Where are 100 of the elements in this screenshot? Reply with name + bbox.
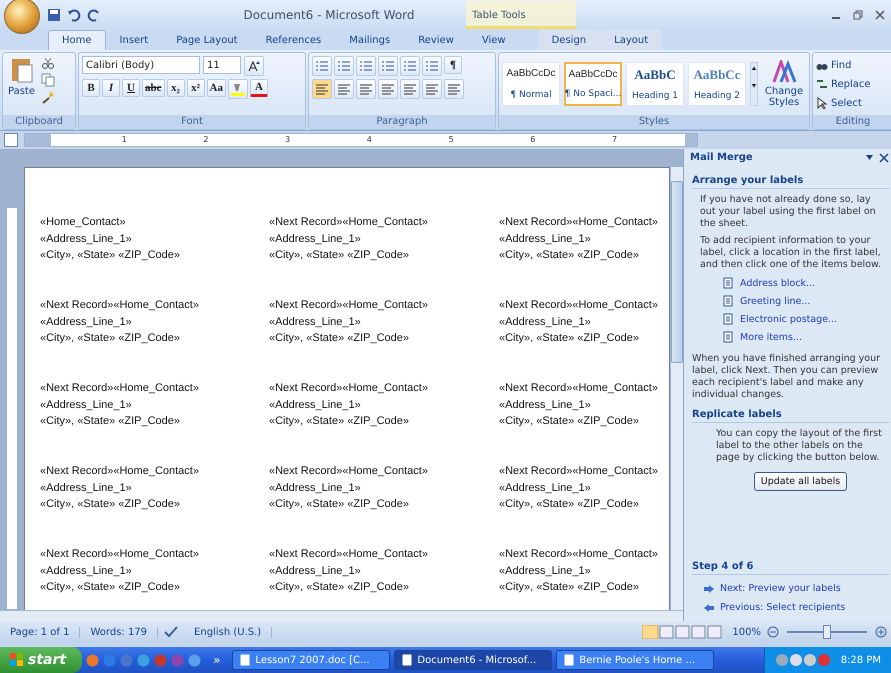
multilevel-icon[interactable]	[356, 56, 376, 76]
format-button[interactable]: abc	[142, 79, 164, 97]
format-button[interactable]: x²	[186, 79, 204, 97]
merge-field-line: «City», «State» «ZIP_Code»	[269, 414, 410, 429]
align-left-icon[interactable]	[312, 79, 332, 99]
format-button[interactable]: I	[102, 79, 120, 97]
vertical-scrollbar[interactable]	[670, 167, 683, 610]
merge-field-line: «Address_Line_1»	[40, 232, 133, 246]
justify-icon[interactable]	[378, 79, 398, 99]
pane-menu-icon[interactable]	[865, 153, 889, 163]
zoom-slider-thumb[interactable]	[823, 625, 831, 639]
format-button[interactable]: x₂	[166, 79, 184, 97]
undo-icon[interactable]	[67, 8, 81, 22]
ribbon-tab[interactable]: Page Layout	[162, 30, 252, 50]
merge-field-line: «Address_Line_1»	[269, 564, 362, 578]
proofing-check-icon[interactable]	[164, 626, 178, 638]
merge-field-line: «Address_Line_1»	[40, 480, 133, 496]
step-link[interactable]: Next: Preview your labels	[704, 583, 889, 594]
borders-icon[interactable]	[444, 79, 464, 99]
ribbon-tab[interactable]: Mailings	[335, 30, 404, 50]
merge-field-line: «City», «State» «ZIP_Code»	[269, 331, 410, 346]
merge-field-line: «Address_Line_1»	[499, 314, 592, 330]
merge-field-line: «City», «State» «ZIP_Code»	[40, 248, 182, 263]
style-tile[interactable]: AaBbCcDc ¶ Normal	[502, 62, 560, 106]
section-heading: Arrange your labels	[692, 175, 889, 189]
pane-link[interactable]: Address block...	[722, 277, 889, 289]
zoom-out-icon[interactable]	[767, 626, 779, 638]
font-name-field[interactable]: Calibri (Body)	[82, 56, 200, 74]
bullets-icon[interactable]	[312, 56, 332, 76]
merge-field-line: «Address_Line_1»	[499, 564, 592, 578]
ribbon-tab[interactable]: Home	[48, 30, 106, 50]
group-label: Font	[79, 115, 305, 129]
document-icon	[722, 313, 734, 325]
format-button[interactable]: Aa	[206, 79, 226, 97]
merge-field-line: «Address_Line_1»	[269, 398, 362, 412]
step-link[interactable]: Previous: Select recipients	[704, 602, 889, 613]
taskbar-window[interactable]: Document6 - Microsof...	[394, 650, 552, 670]
document-icon	[722, 331, 734, 343]
change-styles-button[interactable]: Change Styles	[762, 60, 806, 108]
editing-button[interactable]: Select	[816, 94, 871, 112]
tray-icons[interactable]	[774, 653, 831, 667]
horizontal-scrollbar[interactable]	[0, 610, 683, 621]
word-count[interactable]: Words: 179	[80, 626, 158, 638]
copy-icon[interactable]	[41, 73, 55, 87]
taskbar-window[interactable]: Bernie Poole's Home ...	[556, 650, 714, 670]
pane-link[interactable]: Greeting line...	[722, 295, 889, 307]
grow-font-icon[interactable]	[244, 56, 264, 76]
ribbon-tab[interactable]: References	[252, 30, 336, 50]
numbering-icon[interactable]	[334, 56, 354, 76]
decrease-indent-icon[interactable]	[378, 56, 398, 76]
save-icon[interactable]	[47, 8, 61, 22]
update-labels-button[interactable]: Update all labels	[754, 472, 848, 491]
language-indicator[interactable]: English (U.S.)	[184, 626, 272, 638]
shading-icon[interactable]	[422, 79, 442, 99]
format-button[interactable]: B	[82, 79, 100, 97]
merge-field-line: «City», «State» «ZIP_Code»	[269, 248, 410, 263]
merge-field-line: «City», «State» «ZIP_Code»	[499, 331, 640, 346]
editing-button[interactable]: Find	[816, 56, 871, 74]
align-right-icon[interactable]	[356, 79, 376, 99]
center-icon[interactable]	[334, 79, 354, 99]
ribbon-tab[interactable]: Review	[404, 30, 468, 50]
gallery-scroll-icon[interactable]	[750, 62, 758, 106]
taskbar-window[interactable]: Lesson7 2007.doc [C...	[232, 650, 390, 670]
tab-selector[interactable]	[4, 133, 18, 147]
merge-field-line: «Address_Line_1»	[269, 480, 362, 496]
redo-icon[interactable]	[87, 8, 101, 22]
increase-indent-icon[interactable]	[400, 56, 420, 76]
ribbon-tab[interactable]: Layout	[600, 30, 662, 50]
zoom-in-icon[interactable]	[875, 626, 887, 638]
clipboard-icon	[10, 56, 34, 84]
scissors-icon[interactable]	[41, 56, 55, 70]
style-tile[interactable]: AaBbCc Heading 2	[688, 62, 746, 106]
font-size-field[interactable]: 11	[203, 56, 241, 74]
paste-button[interactable]: Paste	[6, 56, 37, 112]
merge-field-line: «Next Record»«Home_Contact»	[499, 215, 659, 230]
merge-field-line: «Next Record»«Home_Contact»	[40, 464, 200, 479]
windows-logo	[10, 653, 24, 667]
ribbon-tab[interactable]: Insert	[106, 30, 162, 50]
brush-icon[interactable]	[41, 90, 55, 104]
pane-title: Mail Merge	[690, 151, 753, 165]
office-button[interactable]	[4, 0, 40, 34]
style-tile[interactable]: AaBbC Heading 1	[626, 62, 684, 106]
format-button[interactable]: U	[122, 79, 140, 97]
ribbon-tab[interactable]: View	[468, 30, 520, 50]
page-count[interactable]: Page: 1 of 1	[0, 626, 80, 638]
close-icon[interactable]	[875, 10, 885, 20]
restore-icon[interactable]	[853, 10, 863, 20]
merge-field-line: «City», «State» «ZIP_Code»	[269, 580, 410, 595]
more-button[interactable]: »	[213, 653, 220, 667]
font-color-button[interactable]: A	[250, 79, 268, 97]
pane-link[interactable]: More items...	[722, 331, 889, 343]
merge-field-line: «City», «State» «ZIP_Code»	[499, 248, 640, 263]
pilcrow-button[interactable]: ¶	[444, 56, 462, 74]
ribbon-tab[interactable]: Design	[538, 30, 600, 50]
pane-link[interactable]: Electronic postage...	[722, 313, 889, 325]
zoom-level[interactable]: 100%	[732, 626, 761, 638]
line-spacing-icon[interactable]	[400, 79, 420, 99]
editing-button[interactable]: Replace	[816, 75, 871, 93]
view-buttons-icon[interactable]	[642, 625, 722, 639]
sort-icon[interactable]	[422, 56, 442, 76]
